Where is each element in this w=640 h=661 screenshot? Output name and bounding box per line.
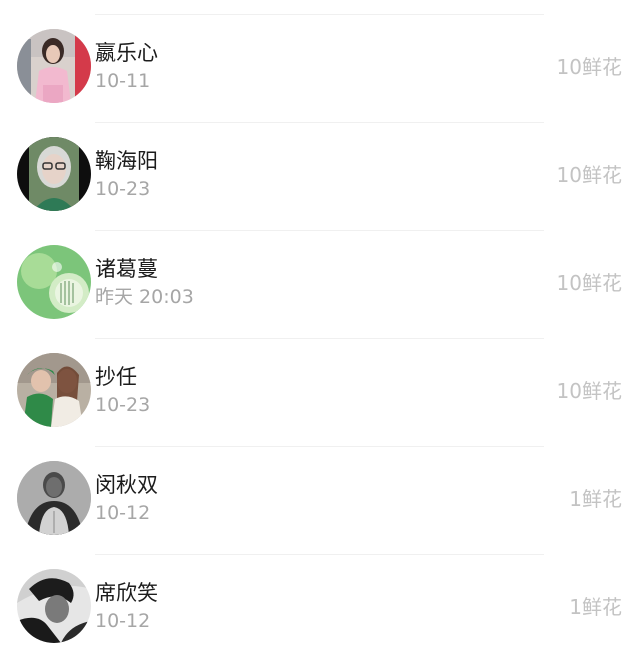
avatar[interactable]: [17, 353, 91, 427]
flower-amount: 1鲜花: [569, 487, 622, 511]
avatar[interactable]: [17, 569, 91, 643]
record-date: 昨天 20:03: [95, 286, 194, 308]
flower-amount: 10鲜花: [556, 55, 622, 79]
sender-name: 席欣笑: [95, 581, 158, 605]
avatar-image: [17, 137, 91, 211]
record-date: 10-11: [95, 70, 151, 92]
list-item[interactable]: 席欣笑 10-12 1鲜花: [0, 546, 640, 654]
avatar-image: [17, 353, 91, 427]
avatar[interactable]: [17, 137, 91, 211]
gift-record-list: 嬴乐心 10-11 10鲜花 鞠海阳 10-23 10鲜花 诸葛蔓 昨天 20:…: [0, 0, 640, 661]
flower-amount: 10鲜花: [556, 163, 622, 187]
sender-name: 诸葛蔓: [95, 257, 158, 281]
sender-name: 嬴乐心: [95, 41, 158, 65]
list-item[interactable]: 闵秋双 10-12 1鲜花: [0, 438, 640, 546]
avatar-image: [17, 461, 91, 535]
avatar-image: [17, 569, 91, 643]
record-date: 10-23: [95, 394, 151, 416]
sender-name: 鞠海阳: [95, 149, 158, 173]
avatar-image: [17, 245, 91, 319]
list-item[interactable]: 诸葛蔓 昨天 20:03 10鲜花: [0, 222, 640, 330]
record-date: 10-12: [95, 610, 151, 632]
flower-amount: 10鲜花: [556, 271, 622, 295]
sender-name: 闵秋双: [95, 473, 158, 497]
record-date: 10-12: [95, 502, 151, 524]
avatar[interactable]: [17, 29, 91, 103]
flower-amount: 10鲜花: [556, 379, 622, 403]
flower-amount: 1鲜花: [569, 595, 622, 619]
sender-name: 抄任: [95, 365, 137, 389]
avatar[interactable]: [17, 461, 91, 535]
avatar-image: [17, 29, 91, 103]
list-item[interactable]: 嬴乐心 10-11 10鲜花: [0, 6, 640, 114]
avatar[interactable]: [17, 245, 91, 319]
list-item[interactable]: 鞠海阳 10-23 10鲜花: [0, 114, 640, 222]
record-date: 10-23: [95, 178, 151, 200]
list-item[interactable]: 抄任 10-23 10鲜花: [0, 330, 640, 438]
